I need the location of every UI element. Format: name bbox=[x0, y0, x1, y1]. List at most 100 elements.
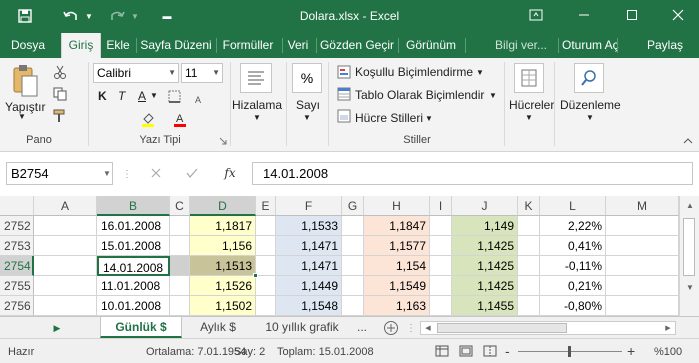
more-sheets-button[interactable]: ... bbox=[353, 317, 371, 338]
tab-insert[interactable]: Ekle bbox=[102, 33, 134, 58]
fill-handle[interactable] bbox=[253, 273, 258, 278]
font-name-combo[interactable]: Calibri ▼ bbox=[93, 63, 179, 83]
horizontal-scrollbar-thumb[interactable] bbox=[437, 323, 567, 333]
tab-home[interactable]: Giriş bbox=[61, 33, 101, 58]
cell-k2756[interactable] bbox=[518, 296, 540, 316]
conditional-dropdown-icon[interactable]: ▼ bbox=[476, 68, 484, 77]
cell-i2756[interactable] bbox=[430, 296, 452, 316]
cell-f2753[interactable]: 1,1471 bbox=[276, 236, 342, 256]
normal-view-icon[interactable] bbox=[434, 344, 450, 358]
conditional-format-icon[interactable] bbox=[336, 64, 352, 80]
number-button[interactable]: Sayı bbox=[296, 98, 320, 112]
underline-dropdown-icon[interactable]: ▼ bbox=[150, 91, 158, 100]
cell-g2753[interactable] bbox=[342, 236, 364, 256]
cell-h2756[interactable]: 1,163 bbox=[364, 296, 430, 316]
zoom-level[interactable]: %100 bbox=[654, 346, 682, 358]
insert-function-icon[interactable]: fx bbox=[220, 164, 240, 182]
cell-c2752[interactable] bbox=[170, 216, 190, 236]
increase-font-icon[interactable]: A bbox=[194, 93, 206, 105]
cell-h2754[interactable]: 1,154 bbox=[364, 256, 430, 276]
cell-b2756[interactable]: 10.01.2008 bbox=[97, 296, 170, 316]
cell-e2754[interactable] bbox=[256, 256, 276, 276]
fill-color-icon[interactable] bbox=[140, 110, 156, 128]
column-header-b[interactable]: B bbox=[97, 196, 170, 216]
column-header-f[interactable]: F bbox=[276, 196, 342, 216]
cell-l2752[interactable]: 2,22% bbox=[540, 216, 606, 236]
cell-b2755[interactable]: 11.01.2008 bbox=[97, 276, 170, 296]
cut-icon[interactable] bbox=[52, 64, 68, 80]
cell-e2753[interactable] bbox=[256, 236, 276, 256]
cell-g2754[interactable] bbox=[342, 256, 364, 276]
tab-page-layout[interactable]: Sayfa Düzeni bbox=[138, 33, 214, 58]
cell-a2756[interactable] bbox=[34, 296, 97, 316]
cell-d2752[interactable]: 1,1817 bbox=[190, 216, 256, 236]
cell-a2755[interactable] bbox=[34, 276, 97, 296]
cell-c2756[interactable] bbox=[170, 296, 190, 316]
page-break-view-icon[interactable] bbox=[482, 344, 498, 358]
tab-review[interactable]: Gözden Geçir bbox=[318, 33, 396, 58]
cell-h2753[interactable]: 1,1577 bbox=[364, 236, 430, 256]
editing-dropdown-icon[interactable]: ▼ bbox=[586, 113, 594, 122]
cell-d2754[interactable]: 1,1513 bbox=[190, 256, 256, 276]
font-size-combo[interactable]: 11 ▼ bbox=[181, 63, 223, 83]
cell-d2753[interactable]: 1,156 bbox=[190, 236, 256, 256]
row-header[interactable]: 2756 bbox=[0, 296, 34, 316]
status-count[interactable]: Say: 2 bbox=[234, 346, 265, 358]
paste-dropdown-icon[interactable]: ▼ bbox=[18, 112, 26, 121]
alignment-dropdown-icon[interactable]: ▼ bbox=[253, 113, 261, 122]
name-box-dropdown-icon[interactable]: ▼ bbox=[102, 168, 112, 178]
italic-button[interactable]: T bbox=[118, 89, 125, 103]
column-header-g[interactable]: G bbox=[342, 196, 364, 216]
cell-d2756[interactable]: 1,1502 bbox=[190, 296, 256, 316]
alignment-button-frame[interactable] bbox=[240, 63, 272, 93]
alignment-button[interactable]: Hizalama bbox=[232, 98, 282, 112]
cell-b2753[interactable]: 15.01.2008 bbox=[97, 236, 170, 256]
collapse-ribbon-icon[interactable] bbox=[682, 136, 694, 146]
cell-m2753[interactable] bbox=[606, 236, 679, 256]
confirm-entry-icon[interactable] bbox=[184, 164, 200, 182]
cell-j2753[interactable]: 1,1425 bbox=[452, 236, 518, 256]
row-header[interactable]: 2755 bbox=[0, 276, 34, 296]
cell-f2756[interactable]: 1,1548 bbox=[276, 296, 342, 316]
cell-c2754[interactable] bbox=[170, 256, 190, 276]
cancel-entry-icon[interactable] bbox=[148, 164, 164, 182]
format-table-dropdown-icon[interactable]: ▼ bbox=[489, 91, 497, 100]
cell-j2752[interactable]: 1,149 bbox=[452, 216, 518, 236]
column-header-m[interactable]: M bbox=[606, 196, 679, 216]
number-dropdown-icon[interactable]: ▼ bbox=[303, 113, 311, 122]
cell-c2755[interactable] bbox=[170, 276, 190, 296]
zoom-out-button[interactable]: - bbox=[505, 343, 510, 359]
cell-a2753[interactable] bbox=[34, 236, 97, 256]
column-header-j[interactable]: J bbox=[452, 196, 518, 216]
cell-a2752[interactable] bbox=[34, 216, 97, 236]
row-header[interactable]: 2754 bbox=[0, 256, 34, 276]
paste-icon[interactable] bbox=[10, 63, 40, 99]
cell-l2754[interactable]: -0,11% bbox=[540, 256, 606, 276]
cell-i2754[interactable] bbox=[430, 256, 452, 276]
editing-icon[interactable] bbox=[574, 63, 604, 93]
cell-styles-icon[interactable] bbox=[336, 108, 352, 124]
cell-styles-button[interactable]: Hücre Stilleri bbox=[355, 111, 423, 125]
cell-e2755[interactable] bbox=[256, 276, 276, 296]
cell-m2752[interactable] bbox=[606, 216, 679, 236]
scrollbar-thumb[interactable] bbox=[683, 218, 695, 276]
column-header-l[interactable]: L bbox=[540, 196, 606, 216]
cell-f2752[interactable]: 1,1533 bbox=[276, 216, 342, 236]
cell-c2753[interactable] bbox=[170, 236, 190, 256]
cell-k2753[interactable] bbox=[518, 236, 540, 256]
editing-button[interactable]: Düzenleme bbox=[560, 98, 621, 112]
status-sum[interactable]: Toplam: 15.01.2008 bbox=[277, 346, 374, 358]
tab-view[interactable]: Görünüm bbox=[400, 33, 462, 58]
sheet-tab-daily[interactable]: Günlük $ bbox=[100, 317, 182, 338]
zoom-slider-thumb[interactable] bbox=[568, 346, 571, 357]
cell-i2752[interactable] bbox=[430, 216, 452, 236]
tab-data[interactable]: Veri bbox=[284, 33, 312, 58]
formula-input[interactable]: 14.01.2008 bbox=[252, 162, 693, 185]
number-format-icon[interactable]: % bbox=[292, 63, 322, 93]
tab-file[interactable]: Dosya bbox=[2, 33, 54, 58]
cell-m2756[interactable] bbox=[606, 296, 679, 316]
maximize-icon[interactable] bbox=[620, 4, 644, 26]
row-header[interactable]: 2752 bbox=[0, 216, 34, 236]
cells-button[interactable]: Hücreler bbox=[509, 98, 554, 112]
cell-b2752[interactable]: 16.01.2008 bbox=[97, 216, 170, 236]
